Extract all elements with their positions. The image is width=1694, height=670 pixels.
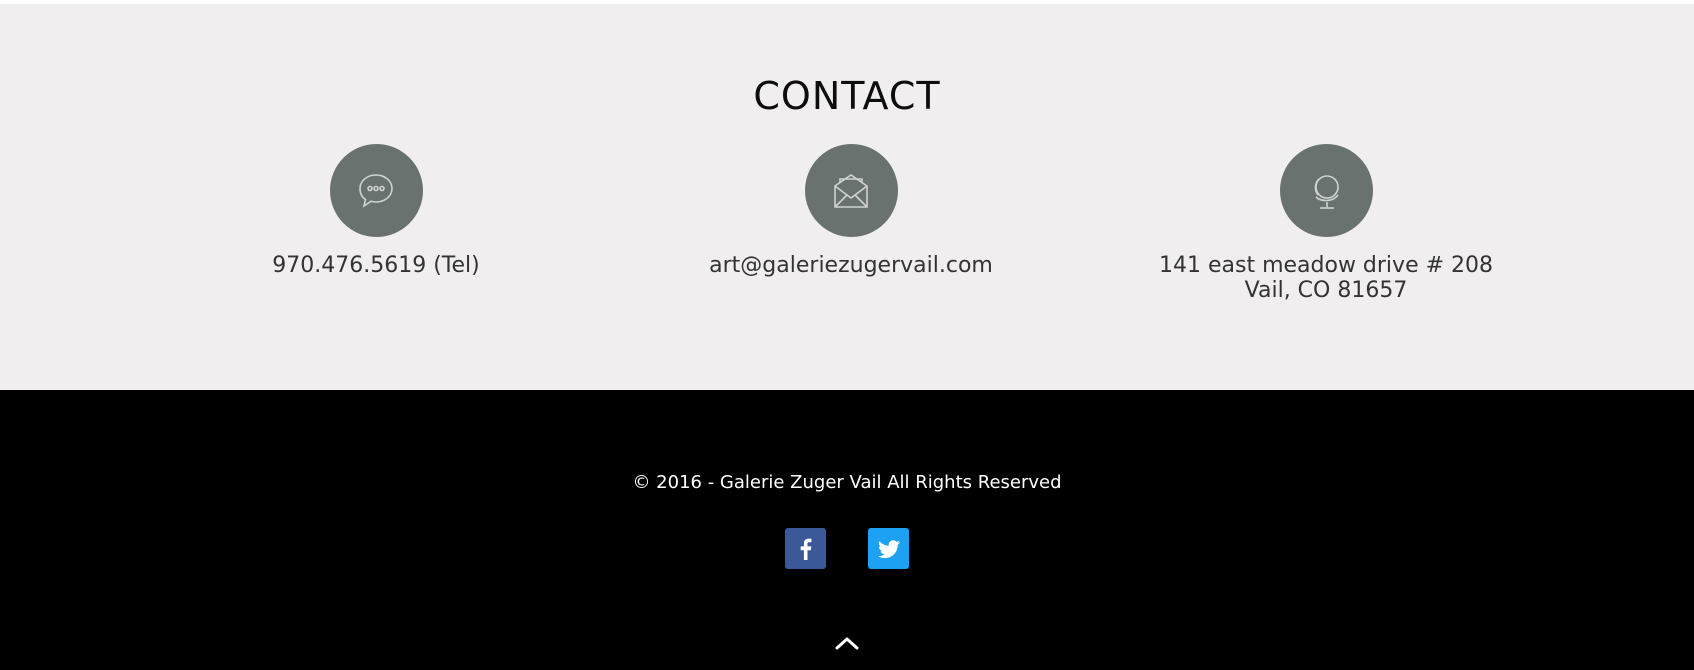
address-line-2: Vail, CO 81657 <box>1244 278 1408 303</box>
contact-phone: 970.476.5619 (Tel) <box>166 144 586 278</box>
contact-section: CONTACT 970.476.5619 (Tel) art@galeriezu… <box>0 4 1694 390</box>
globe-icon <box>1314 174 1339 209</box>
contact-address: 141 east meadow drive # 208 Vail, CO 816… <box>1116 144 1536 303</box>
address-line-1: 141 east meadow drive # 208 <box>1158 253 1494 278</box>
email-icon-circle <box>804 144 898 237</box>
contact-title: CONTACT <box>753 74 941 118</box>
envelope-icon <box>834 173 868 208</box>
footer: © 2016 - Galerie Zuger Vail All Rights R… <box>0 390 1694 670</box>
facebook-icon <box>800 538 811 560</box>
address-icon-circle <box>1279 144 1373 237</box>
twitter-icon <box>877 539 900 558</box>
contact-email: art@galeriezugervail.com <box>641 144 1061 278</box>
email-text[interactable]: art@galeriezugervail.com <box>641 253 1061 278</box>
chevron-up-icon[interactable] <box>834 634 860 652</box>
speech-bubble-icon <box>359 173 393 208</box>
address-text: 141 east meadow drive # 208 Vail, CO 816… <box>1116 253 1536 303</box>
phone-icon-circle <box>329 144 423 237</box>
twitter-button[interactable] <box>868 528 909 569</box>
social-links <box>0 528 1694 569</box>
facebook-button[interactable] <box>785 528 826 569</box>
copyright-text: © 2016 - Galerie Zuger Vail All Rights R… <box>632 472 1062 493</box>
phone-text[interactable]: 970.476.5619 (Tel) <box>166 253 586 278</box>
